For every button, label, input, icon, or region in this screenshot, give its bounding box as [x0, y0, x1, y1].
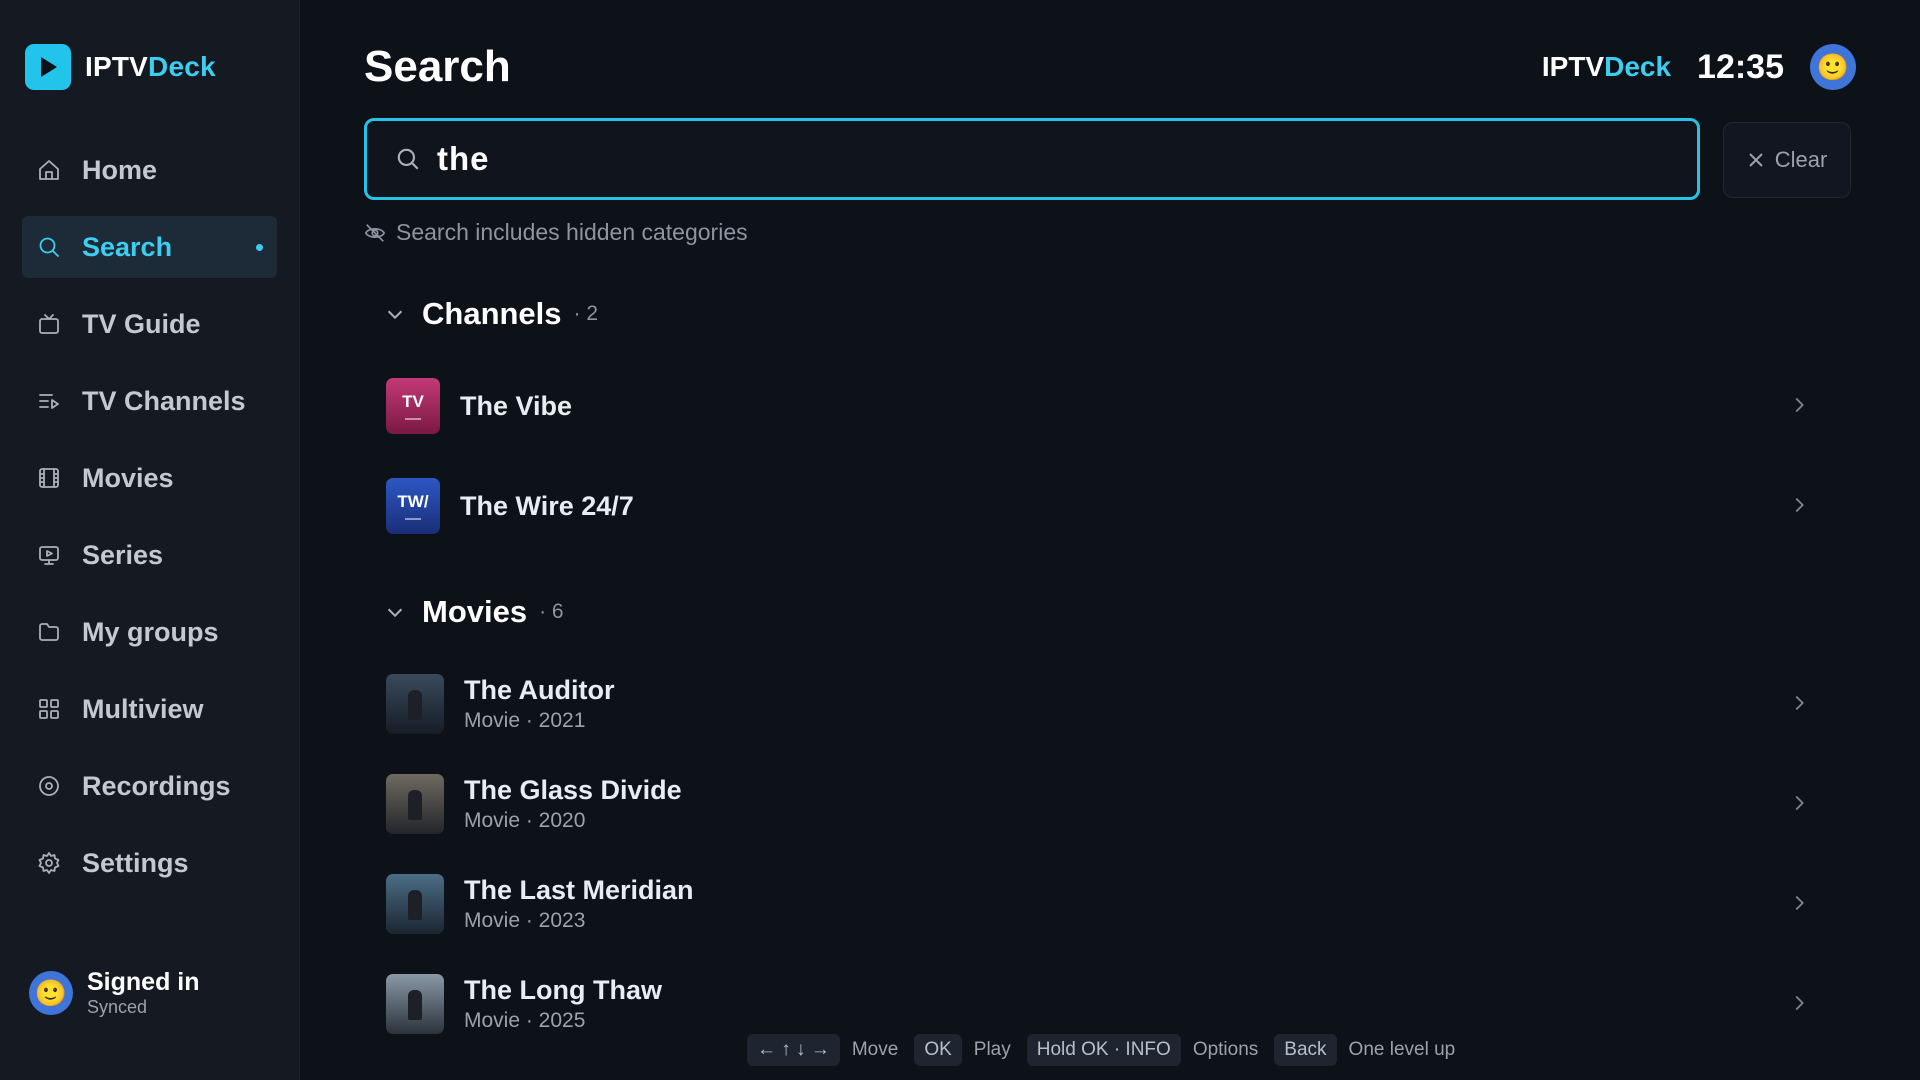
user-status-title: Signed in: [87, 968, 200, 996]
film-icon: [36, 465, 62, 491]
move-hint: Move: [851, 1039, 899, 1060]
movie-row[interactable]: The Long Thaw Movie · 2025: [386, 964, 1836, 1044]
folder-icon: [36, 619, 62, 645]
clear-label: Clear: [1774, 147, 1828, 172]
sidebar-item-movies[interactable]: Movies: [22, 447, 277, 509]
chevron-right-icon: [1788, 692, 1810, 714]
search-input[interactable]: [435, 139, 1639, 179]
chevron-right-icon: [1788, 992, 1810, 1014]
movie-meta: Movie · 2023: [464, 909, 586, 932]
options-hint: Options: [1192, 1039, 1259, 1060]
clear-button[interactable]: Clear: [1723, 122, 1851, 198]
hidden-categories-note: Search includes hidden categories: [364, 219, 748, 246]
sidebar-item-label: Series: [82, 539, 164, 570]
movie-title: The Last Meridian: [464, 875, 694, 905]
play-hint: Play: [973, 1039, 1011, 1060]
sidebar-item-label: Search: [82, 231, 173, 262]
sidebar-item-label: TV Guide: [82, 308, 201, 339]
section-title: Channels: [422, 296, 562, 331]
monitor-play-icon: [36, 542, 62, 568]
channel-row[interactable]: TV The Vibe: [386, 366, 1836, 446]
eye-off-icon: [364, 223, 386, 242]
gear-icon: [36, 850, 62, 876]
back-key-hint: Back: [1274, 1034, 1337, 1066]
sidebar-nav: Home Search TV Guide TV Channels Movies …: [22, 139, 277, 909]
close-icon: [1748, 153, 1763, 167]
one-level-up-hint: One level up: [1348, 1039, 1456, 1060]
user-profile[interactable]: 🙂 Signed in Synced: [29, 968, 200, 1018]
sidebar-item-tv-guide[interactable]: TV Guide: [22, 293, 277, 355]
sidebar-item-settings[interactable]: Settings: [22, 832, 277, 894]
sidebar-item-my-groups[interactable]: My groups: [22, 601, 277, 663]
sidebar-item-recordings[interactable]: Recordings: [22, 755, 277, 817]
movie-poster: [386, 774, 444, 834]
header-right: IPTVDeck 12:35 🙂: [1542, 44, 1856, 90]
channel-title: The Wire 24/7: [460, 491, 634, 521]
movie-row[interactable]: The Auditor Movie · 2021: [386, 664, 1836, 744]
movie-poster: [386, 974, 444, 1034]
hold-ok-key-hint: Hold OK · INFO: [1026, 1034, 1181, 1066]
sidebar-item-series[interactable]: Series: [22, 524, 277, 586]
sidebar-item-label: Home: [82, 154, 158, 185]
tv-icon: [36, 311, 62, 337]
list-play-icon: [36, 388, 62, 414]
sidebar-item-label: Movies: [82, 462, 174, 493]
search-icon: [397, 148, 419, 170]
channel-row[interactable]: TW/ The Wire 24/7: [386, 466, 1836, 546]
sidebar-item-tv-channels[interactable]: TV Channels: [22, 370, 277, 432]
channels-section-header[interactable]: Channels · 2: [384, 296, 598, 332]
section-title: Movies: [422, 594, 528, 629]
sidebar-item-label: Multiview: [82, 693, 204, 724]
movie-title: The Auditor: [464, 675, 615, 705]
channel-title: The Vibe: [460, 391, 573, 421]
arrow-keys-hint: ← ↑ ↓ →: [747, 1034, 840, 1066]
movie-title: The Long Thaw: [464, 975, 662, 1005]
key-hints-bar: ← ↑ ↓ → Move OK Play Hold OK · INFO Opti…: [747, 1034, 1471, 1066]
sidebar-item-label: Recordings: [82, 770, 231, 801]
app-name: IPTVDeck: [85, 51, 216, 82]
sidebar-item-search[interactable]: Search: [22, 216, 277, 278]
sidebar-item-label: Settings: [82, 847, 189, 878]
movie-row[interactable]: The Glass Divide Movie · 2020: [386, 764, 1836, 844]
sync-status: Synced: [87, 997, 148, 1017]
movie-row[interactable]: The Last Meridian Movie · 2023: [386, 864, 1836, 944]
app-logo[interactable]: IPTVDeck: [25, 44, 216, 90]
ok-key-hint: OK: [914, 1034, 962, 1066]
sidebar-item-multiview[interactable]: Multiview: [22, 678, 277, 740]
movie-meta: Movie · 2020: [464, 809, 586, 832]
clock: 12:35: [1697, 47, 1784, 86]
sidebar-item-label: TV Channels: [82, 385, 246, 416]
search-box[interactable]: [364, 118, 1700, 200]
movies-section-header[interactable]: Movies · 6: [384, 594, 564, 630]
movie-poster: [386, 674, 444, 734]
movie-poster: [386, 874, 444, 934]
page-title: Search: [364, 42, 511, 91]
chevron-down-icon: [387, 310, 403, 320]
chevron-right-icon: [1788, 394, 1810, 416]
play-logo-icon: [25, 44, 71, 90]
chevron-right-icon: [1788, 892, 1810, 914]
channel-logo: TW/: [386, 478, 440, 534]
movie-meta: Movie · 2025: [464, 1009, 586, 1032]
search-icon: [36, 234, 62, 260]
home-icon: [36, 157, 62, 183]
header-avatar[interactable]: 🙂: [1810, 44, 1856, 90]
channel-logo: TV: [386, 378, 440, 434]
chevron-down-icon: [387, 608, 403, 618]
sidebar: IPTVDeck Home Search TV Guide TV Channel…: [0, 0, 300, 1080]
chevron-right-icon: [1788, 494, 1810, 516]
section-count: · 2: [573, 302, 599, 325]
brand-name: IPTVDeck: [1541, 51, 1672, 82]
section-count: · 6: [539, 600, 564, 623]
movie-title: The Glass Divide: [464, 775, 682, 805]
sidebar-item-label: My groups: [82, 616, 219, 647]
movie-meta: Movie · 2021: [464, 709, 586, 732]
disc-icon: [36, 773, 62, 799]
avatar: 🙂: [29, 971, 73, 1015]
active-indicator-dot: [256, 244, 263, 251]
grid-icon: [36, 696, 62, 722]
sidebar-item-home[interactable]: Home: [22, 139, 277, 201]
chevron-right-icon: [1788, 792, 1810, 814]
